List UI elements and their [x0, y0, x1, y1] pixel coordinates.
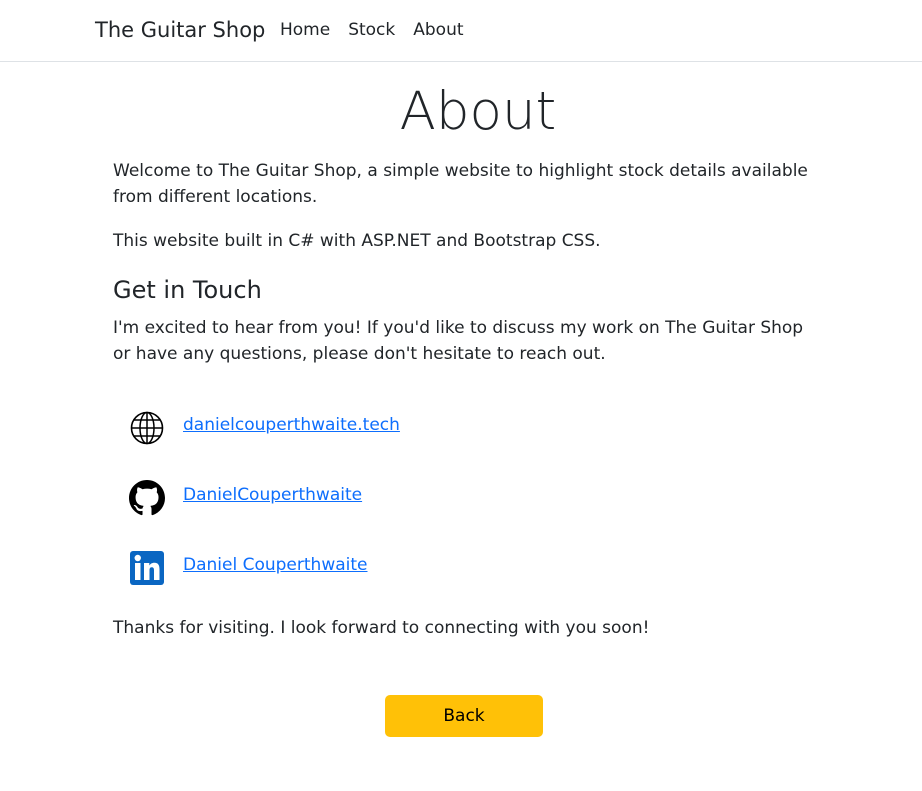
linkedin-link[interactable]: Daniel Couperthwaite — [183, 555, 368, 575]
navbar: The Guitar Shop Home Stock About — [0, 0, 922, 62]
back-button[interactable]: Back — [385, 695, 543, 737]
built-text: This website built in C# with ASP.NET an… — [113, 231, 601, 251]
brand-link[interactable]: The Guitar Shop — [95, 16, 265, 44]
main-content: About Welcome to The Guitar Shop, a simp… — [113, 62, 823, 641]
nav-link-about[interactable]: About — [413, 18, 463, 42]
contact-list: danielcouperthwaite.tech DanielCouperthw… — [113, 393, 823, 603]
linkedin-icon — [129, 550, 165, 586]
website-link[interactable]: danielcouperthwaite.tech — [183, 415, 400, 435]
github-icon — [129, 480, 165, 516]
contact-item-website: danielcouperthwaite.tech — [129, 393, 823, 463]
get-in-touch-text: I'm excited to hear from you! If you'd l… — [113, 318, 804, 364]
contact-item-github: DanielCouperthwaite — [129, 463, 823, 533]
globe-icon — [129, 410, 165, 446]
intro-text: Welcome to The Guitar Shop, a simple web… — [113, 161, 808, 207]
github-link[interactable]: DanielCouperthwaite — [183, 485, 362, 505]
thanks-text: Thanks for visiting. I look forward to c… — [113, 618, 650, 638]
nav-link-home[interactable]: Home — [280, 18, 330, 42]
nav-links: Home Stock About — [280, 18, 482, 42]
get-in-touch-heading: Get in Touch — [113, 276, 262, 304]
contact-item-linkedin: Daniel Couperthwaite — [129, 533, 823, 603]
nav-link-stock[interactable]: Stock — [348, 18, 395, 42]
page-title: About — [399, 81, 557, 142]
